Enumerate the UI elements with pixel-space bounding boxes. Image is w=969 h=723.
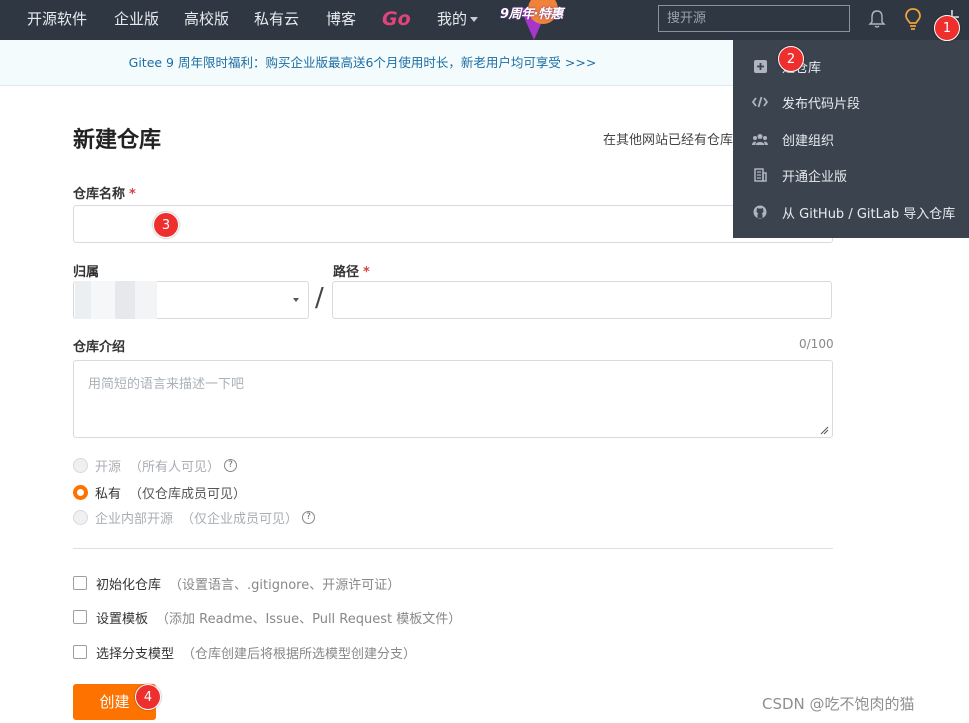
- nav-item-blog[interactable]: 博客: [326, 0, 356, 40]
- nav-item-private-cloud[interactable]: 私有云: [254, 0, 299, 40]
- checkbox-label: 初始化仓库: [96, 577, 162, 593]
- csdn-watermark: CSDN @吃不饱肉的猫: [762, 695, 915, 713]
- radio-label: 开源: [95, 459, 122, 475]
- step-marker-3: 3: [153, 212, 179, 238]
- anniversary-text: 9周年·特惠: [500, 7, 563, 22]
- menu-item-label: 开通企业版: [782, 169, 848, 185]
- resize-grip-icon[interactable]: [819, 425, 829, 435]
- menu-item-label: 创建组织: [782, 133, 835, 149]
- menu-item-new-org[interactable]: 创建组织: [733, 121, 969, 157]
- radio-label: 私有: [95, 486, 122, 502]
- radio-private[interactable]: [73, 484, 88, 500]
- path-separator: /: [315, 283, 324, 313]
- page-title: 新建仓库: [73, 128, 162, 153]
- repo-name-input[interactable]: [73, 205, 833, 243]
- required-mark: *: [129, 187, 136, 202]
- group-icon: [752, 131, 768, 147]
- repo-name-label-text: 仓库名称: [73, 187, 126, 202]
- radio-internal[interactable]: [73, 509, 88, 525]
- nav-item-mine[interactable]: 我的: [437, 0, 479, 40]
- help-circle-icon[interactable]: ?: [224, 458, 238, 472]
- code-icon: [752, 94, 768, 110]
- radio-label: 企业内部开源: [95, 511, 174, 527]
- menu-item-new-repo[interactable]: 建仓库: [733, 48, 969, 84]
- intro-label: 仓库介绍: [73, 340, 126, 355]
- menu-item-import[interactable]: 从 GitHub / GitLab 导入仓库: [733, 194, 969, 230]
- menu-item-label: 从 GitHub / GitLab 导入仓库: [782, 206, 956, 222]
- menu-item-new-snippet[interactable]: 发布代码片段: [733, 84, 969, 120]
- checkbox-label: 设置模板: [96, 611, 149, 627]
- intro-char-counter: 0/100: [799, 337, 834, 351]
- section-divider: [73, 548, 833, 549]
- caret-down-icon: [470, 17, 479, 22]
- owner-name-blurred: [75, 281, 157, 319]
- radio-hint: （仅仓库成员可见）: [129, 486, 247, 502]
- radio-public[interactable]: [73, 457, 88, 473]
- visibility-option-internal[interactable]: 企业内部开源 （仅企业成员可见） ?: [73, 507, 316, 527]
- step-marker-2: 2: [778, 46, 804, 72]
- menu-item-enterprise[interactable]: 开通企业版: [733, 157, 969, 193]
- create-dropdown-menu: 建仓库 发布代码片段 创建组织 开通企业版 从 GitHub / GitLab …: [733, 40, 969, 238]
- checkbox-hint: （添加 Readme、Issue、Pull Request 模板文件）: [156, 611, 462, 627]
- anniversary-banner[interactable]: 9周年·特惠: [498, 0, 582, 40]
- nav-item-open-source[interactable]: 开源软件: [27, 0, 87, 40]
- option-branch-model[interactable]: 选择分支模型 （仓库创建后将根据所选模型创建分支）: [73, 642, 416, 662]
- path-label-text: 路径: [333, 265, 360, 280]
- visibility-option-public[interactable]: 开源 （所有人可见） ?: [73, 455, 238, 475]
- path-input[interactable]: [332, 281, 832, 319]
- path-label: 路径 *: [333, 261, 370, 280]
- radio-hint: （所有人可见）: [129, 459, 221, 475]
- step-marker-1: 1: [934, 15, 960, 41]
- checkbox-label: 选择分支模型: [96, 646, 175, 662]
- nav-item-enterprise[interactable]: 企业版: [114, 0, 159, 40]
- help-circle-icon[interactable]: ?: [302, 510, 316, 524]
- radio-hint: （仅企业成员可见）: [181, 511, 299, 527]
- checkbox-template[interactable]: [73, 610, 87, 624]
- checkbox-hint: （仓库创建后将根据所选模型创建分支）: [182, 646, 417, 662]
- repo-name-label: 仓库名称 *: [73, 183, 136, 202]
- caret-down-icon: [293, 298, 299, 302]
- option-init-repo[interactable]: 初始化仓库 （设置语言、.gitignore、开源许可证）: [73, 573, 400, 593]
- nav-item-education[interactable]: 高校版: [184, 0, 229, 40]
- required-mark: *: [363, 265, 370, 280]
- nav-mine-label: 我的: [437, 10, 468, 28]
- nav-item-go[interactable]: Go: [382, 0, 411, 40]
- import-hint[interactable]: 在其他网站已经有仓库: [603, 129, 733, 148]
- top-nav: 开源软件 企业版 高校版 私有云 博客 Go 我的 9周年·特惠 搜开源 +: [0, 0, 969, 40]
- option-template[interactable]: 设置模板 （添加 Readme、Issue、Pull Request 模板文件）: [73, 607, 461, 627]
- checkbox-init-repo[interactable]: [73, 576, 87, 590]
- search-input[interactable]: 搜开源: [658, 5, 850, 32]
- promo-notice-text: Gitee 9 周年限时福利：购买企业版最高送6个月使用时长，新老用户均可享受 …: [128, 55, 597, 70]
- menu-item-label: 发布代码片段: [782, 96, 861, 112]
- intro-textarea[interactable]: 用简短的语言来描述一下吧: [73, 360, 833, 438]
- step-marker-4: 4: [135, 684, 161, 710]
- bell-icon[interactable]: [866, 8, 888, 30]
- lightbulb-icon[interactable]: [902, 7, 924, 31]
- plus-square-icon: [752, 58, 768, 74]
- github-icon: [752, 204, 768, 220]
- checkbox-hint: （设置语言、.gitignore、开源许可证）: [169, 577, 401, 593]
- owner-label: 归属: [73, 265, 100, 280]
- building-icon: [752, 167, 768, 183]
- checkbox-branch-model[interactable]: [73, 645, 87, 659]
- visibility-option-private[interactable]: 私有 （仅仓库成员可见）: [73, 482, 246, 502]
